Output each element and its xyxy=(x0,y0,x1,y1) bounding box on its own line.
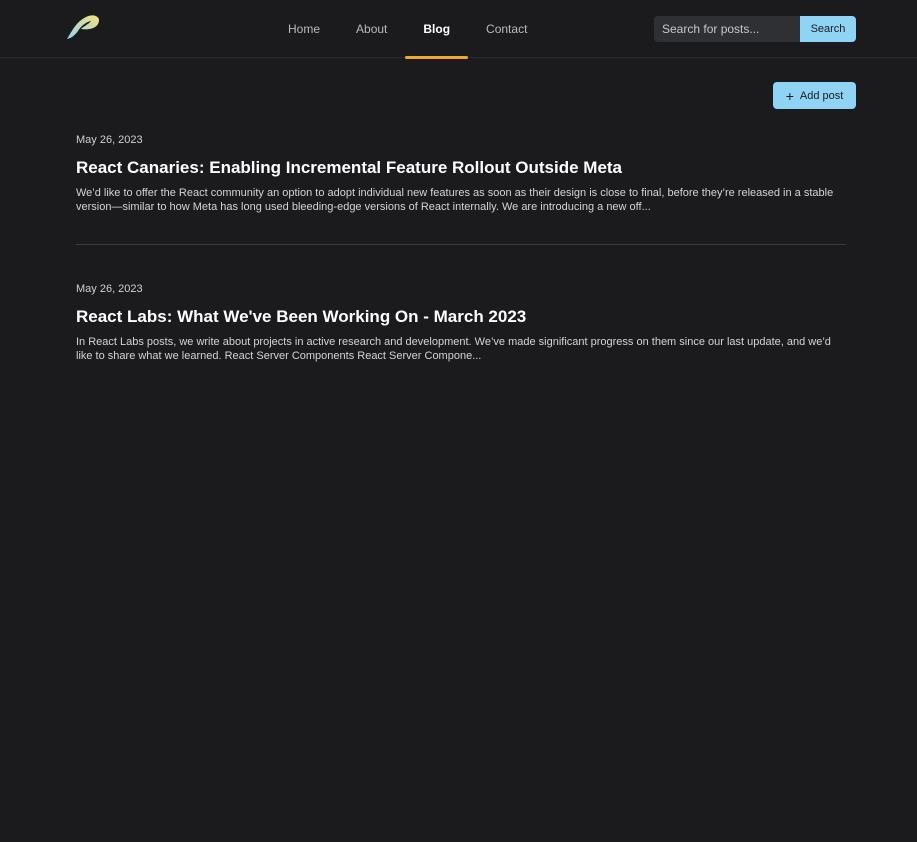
nav-item-label: Blog xyxy=(423,22,451,36)
nav-item-contact[interactable]: Contact xyxy=(468,0,545,58)
nav-item-label: Home xyxy=(288,22,321,36)
nav-item-about[interactable]: About xyxy=(338,0,405,58)
post-title-link[interactable]: React Canaries: Enabling Incremental Fea… xyxy=(76,158,846,178)
search-input[interactable] xyxy=(654,16,800,42)
post-title-link[interactable]: React Labs: What We've Been Working On -… xyxy=(76,307,846,327)
post-card: May 26, 2023 React Labs: What We've Been… xyxy=(76,283,846,363)
search-bar: Search xyxy=(654,16,856,42)
nav-item-home[interactable]: Home xyxy=(270,0,338,58)
post-excerpt: We’d like to offer the React community a… xyxy=(76,187,834,213)
post-card: May 26, 2023 React Canaries: Enabling In… xyxy=(76,134,846,214)
post-divider xyxy=(76,244,846,245)
search-button[interactable]: Search xyxy=(800,16,856,42)
post-date: May 26, 2023 xyxy=(76,283,143,295)
nav-item-blog[interactable]: Blog xyxy=(405,0,468,59)
nav-item-label: Contact xyxy=(486,22,528,36)
nav-item-label: About xyxy=(356,22,388,36)
add-post-button[interactable]: + Add post xyxy=(773,82,856,109)
add-post-label: Add post xyxy=(799,89,844,102)
top-navbar: Home About Blog Contact Search xyxy=(0,0,917,59)
main-nav: Home About Blog Contact xyxy=(270,0,545,59)
plus-icon: + xyxy=(785,87,794,104)
post-excerpt: In React Labs posts, we write about proj… xyxy=(76,336,831,362)
post-date: May 26, 2023 xyxy=(76,134,143,146)
leaf-p-logo-icon[interactable] xyxy=(64,13,102,41)
